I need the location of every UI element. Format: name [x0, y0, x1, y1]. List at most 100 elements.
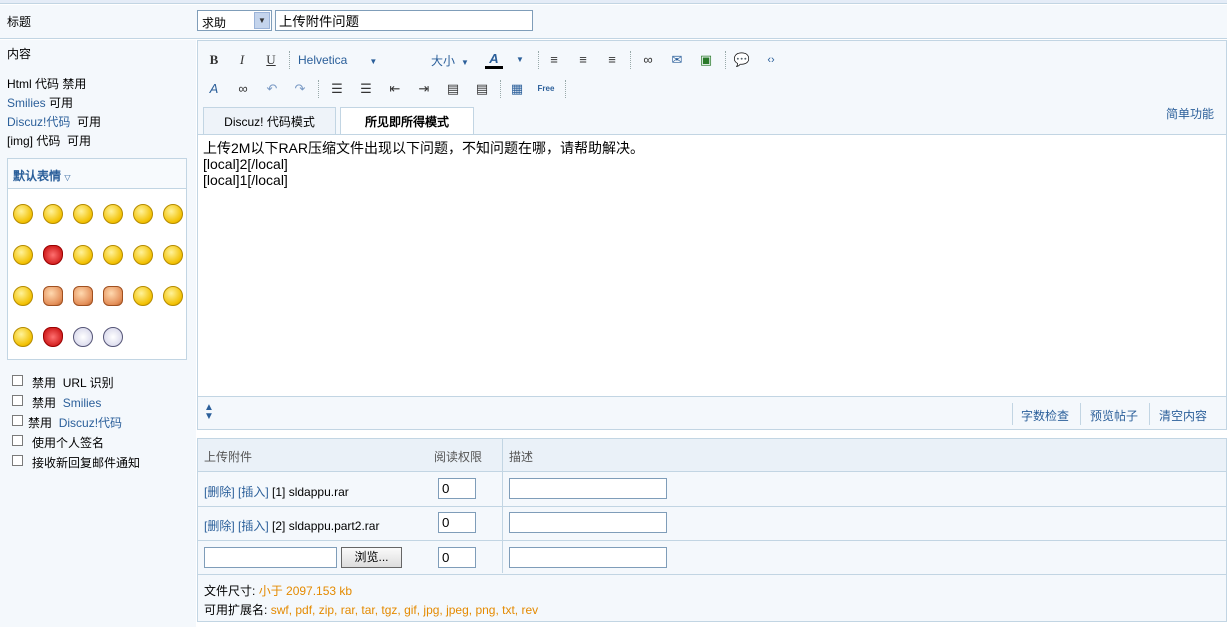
- image-icon[interactable]: ▣: [696, 50, 716, 70]
- use-signature-checkbox[interactable]: [12, 435, 23, 446]
- attachment-header-label: 上传附件: [204, 450, 253, 464]
- content-line: 上传2M以下RAR压缩文件出现以下问题，不知问题在哪，请帮助解决。: [203, 140, 645, 156]
- indent-icon[interactable]: ⇥: [414, 79, 434, 99]
- tab-wysiwyg[interactable]: 所见即所得模式: [340, 107, 474, 136]
- delete-link[interactable]: [删除]: [204, 485, 235, 499]
- code-icon[interactable]: ‹›: [761, 50, 781, 70]
- email-notify-checkbox[interactable]: [12, 455, 23, 466]
- smiley-icon[interactable]: [133, 245, 153, 265]
- table-icon[interactable]: ▦: [507, 79, 527, 99]
- attachment-info: [删除] [插入] [1] sldappu.rar: [204, 485, 349, 499]
- permission-input[interactable]: [438, 512, 476, 533]
- smiley-icon[interactable]: [13, 204, 33, 224]
- smiley-icon[interactable]: [73, 245, 93, 265]
- smiley-icon[interactable]: [43, 327, 63, 347]
- permission-input[interactable]: [438, 547, 476, 568]
- smiley-icon[interactable]: [133, 286, 153, 306]
- smiley-icon[interactable]: [73, 286, 93, 306]
- smiley-icon[interactable]: [133, 204, 153, 224]
- disable-smilies-checkbox[interactable]: [12, 395, 23, 406]
- thread-type-value: 求助: [202, 16, 227, 30]
- file-size-info: 文件尺寸: 小于 2097.153 kb: [204, 584, 353, 598]
- align-left-icon[interactable]: ≡: [544, 50, 564, 70]
- attachment-filename: sldappu.part2.rar: [288, 519, 380, 533]
- undo-icon[interactable]: ↶: [262, 79, 282, 99]
- subject-input[interactable]: [275, 10, 533, 31]
- float-right-icon[interactable]: ▤: [472, 79, 492, 99]
- rich-text-editor: B I U Helvetica ▼ 大小 ▼ A ▼ ≡ ≡ ≡ ∞ ✉ ▣ 💬 ‹…: [197, 40, 1227, 430]
- delete-link[interactable]: [删除]: [204, 519, 235, 533]
- left-options-column: 内容 Html 代码 禁用 Smilies 可用 Discuz!代码 可用 [i…: [0, 40, 196, 627]
- smiley-icon[interactable]: [43, 286, 63, 306]
- align-center-icon[interactable]: ≡: [573, 50, 593, 70]
- description-input[interactable]: [509, 547, 667, 568]
- redo-icon[interactable]: ↷: [290, 79, 310, 99]
- link-icon[interactable]: ∞: [638, 50, 658, 70]
- smiley-icon[interactable]: [163, 286, 183, 306]
- remove-format-icon[interactable]: A: [204, 79, 224, 99]
- insert-link[interactable]: [插入]: [238, 519, 269, 533]
- align-right-icon[interactable]: ≡: [602, 50, 622, 70]
- font-color-icon[interactable]: A: [484, 49, 504, 69]
- ordered-list-icon[interactable]: ☰: [327, 79, 347, 99]
- editor-footer: ▲ ▼ 字数检查 预览帖子 清空内容: [198, 396, 1226, 429]
- editor-content-area[interactable]: 上传2M以下RAR压缩文件出现以下问题，不知问题在哪，请帮助解决。 [local…: [198, 134, 1226, 396]
- file-path-input[interactable]: [204, 547, 337, 568]
- smiley-icon[interactable]: [73, 327, 93, 347]
- smilies-link[interactable]: Smilies: [7, 96, 46, 110]
- chevron-down-icon[interactable]: ▼: [510, 50, 530, 70]
- footer-divider: [1080, 403, 1081, 425]
- resize-handle-icon[interactable]: ▲ ▼: [204, 403, 214, 422]
- chevron-down-icon: ▽: [64, 173, 71, 182]
- chevron-down-icon[interactable]: ▼: [254, 12, 270, 29]
- word-count-button[interactable]: 字数检查: [1021, 407, 1069, 424]
- simple-mode-link[interactable]: 简单功能: [1166, 105, 1214, 122]
- unordered-list-icon[interactable]: ☰: [356, 79, 376, 99]
- insert-link[interactable]: [插入]: [238, 485, 269, 499]
- smiley-icon[interactable]: [13, 245, 33, 265]
- quote-icon[interactable]: 💬: [732, 50, 752, 70]
- underline-icon[interactable]: U: [261, 50, 281, 70]
- smiley-icon[interactable]: [43, 245, 63, 265]
- toolbar-divider: [289, 51, 290, 69]
- disable-discuz-code-checkbox[interactable]: [12, 415, 23, 426]
- clear-content-button[interactable]: 清空内容: [1159, 407, 1207, 424]
- email-icon[interactable]: ✉: [667, 50, 687, 70]
- smilies-panel-header[interactable]: 默认表情 ▽: [8, 159, 186, 189]
- footer-divider: [1149, 403, 1150, 425]
- discuz-code-link[interactable]: Discuz!代码: [7, 115, 70, 129]
- unlink-icon[interactable]: ∞: [233, 79, 253, 99]
- smiley-icon[interactable]: [163, 245, 183, 265]
- description-input[interactable]: [509, 512, 667, 533]
- smiley-icon[interactable]: [103, 204, 123, 224]
- float-left-icon[interactable]: ▤: [443, 79, 463, 99]
- smiley-icon[interactable]: [103, 245, 123, 265]
- toolbar-divider: [630, 51, 631, 69]
- font-name-select[interactable]: Helvetica ▼: [298, 53, 377, 67]
- smiley-icon[interactable]: [163, 204, 183, 224]
- permission-input[interactable]: [438, 478, 476, 499]
- bold-icon[interactable]: B: [204, 50, 224, 70]
- smiley-icon[interactable]: [103, 286, 123, 306]
- use-signature-label: 使用个人签名: [32, 436, 105, 450]
- disable-url-checkbox[interactable]: [12, 375, 23, 386]
- thread-type-select[interactable]: 求助 ▼: [197, 10, 272, 31]
- preview-button[interactable]: 预览帖子: [1090, 407, 1138, 424]
- content-line: [local]1[/local]: [203, 172, 288, 188]
- description-input[interactable]: [509, 478, 667, 499]
- free-icon[interactable]: Free: [536, 79, 556, 99]
- disable-discuz-code-label: 禁用 Discuz!代码: [28, 416, 123, 430]
- discuz-code-status: Discuz!代码 可用: [7, 115, 102, 129]
- italic-icon[interactable]: I: [232, 50, 252, 70]
- smiley-icon[interactable]: [103, 327, 123, 347]
- permission-header-label: 阅读权限: [434, 450, 483, 464]
- smiley-icon[interactable]: [73, 204, 93, 224]
- font-size-select[interactable]: 大小 ▼: [431, 52, 469, 69]
- smiley-icon[interactable]: [43, 204, 63, 224]
- smiley-icon[interactable]: [13, 327, 33, 347]
- smiley-icon[interactable]: [13, 286, 33, 306]
- tab-discuz-code[interactable]: Discuz! 代码模式: [203, 107, 336, 135]
- browse-button[interactable]: 浏览...: [341, 547, 402, 568]
- content-label: 内容: [7, 47, 32, 61]
- outdent-icon[interactable]: ⇤: [385, 79, 405, 99]
